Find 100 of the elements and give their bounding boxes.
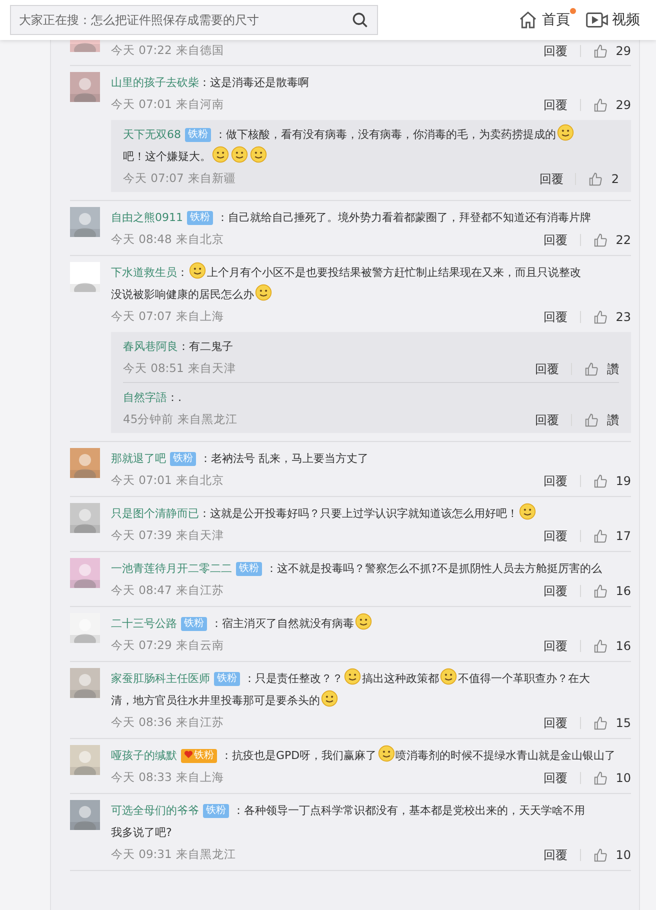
like-button[interactable]: 2 xyxy=(588,170,619,188)
fan-badge: 铁粉 xyxy=(236,562,262,576)
like-button[interactable]: 29 xyxy=(592,42,631,60)
home-icon xyxy=(518,10,538,30)
like-button[interactable]: 23 xyxy=(592,308,631,326)
emoji-icon xyxy=(378,745,395,762)
comment-text: ：只是责任整改？？ xyxy=(244,672,343,685)
fan-badge: 铁粉 xyxy=(187,211,213,225)
comment-text: 清，地方官员往水井里投毒那可是要杀头的 xyxy=(111,694,320,707)
username-link[interactable]: 一池青莲待月开二零二二 xyxy=(111,562,232,575)
thumbs-up-icon xyxy=(588,172,604,186)
reply-button[interactable]: 回覆 xyxy=(535,360,559,378)
reply-button[interactable]: 回覆 xyxy=(544,527,568,545)
emoji-icon xyxy=(355,613,372,630)
username-link[interactable]: 那就退了吧 xyxy=(111,452,166,465)
comment-location: 来自黑龙江 xyxy=(176,846,236,864)
emoji-icon xyxy=(231,146,248,163)
comment-location: 来自上海 xyxy=(176,308,224,326)
thumbs-up-icon xyxy=(592,528,608,544)
comment-text: 不值得一个革职查办？在大 xyxy=(458,672,590,685)
thumbs-up-icon xyxy=(592,310,608,324)
video-icon xyxy=(586,11,608,29)
username-link[interactable]: 只是图个清静而已 xyxy=(111,507,199,520)
reply-button[interactable]: 回覆 xyxy=(544,472,568,490)
like-button[interactable]: 29 xyxy=(592,96,631,114)
comment-location: 来自云南 xyxy=(176,637,224,654)
comment-time: 今天 08:48 xyxy=(111,231,172,248)
username-link[interactable]: 山里的孩子去砍柴 xyxy=(111,76,199,89)
reply-button[interactable]: 回覆 xyxy=(544,846,568,864)
search-field[interactable]: 大家正在搜：怎么把证件照保存成需要的尺寸 xyxy=(10,5,378,35)
like-button[interactable]: 19 xyxy=(592,472,631,490)
thumbs-up-icon xyxy=(592,848,608,862)
like-button[interactable]: 10 xyxy=(592,769,631,787)
reply-button[interactable]: 回覆 xyxy=(544,769,568,787)
username-link[interactable]: 自由之熊0911 xyxy=(111,211,183,224)
username-link[interactable]: 可选全母们的爷爷 xyxy=(111,804,199,817)
emoji-icon xyxy=(189,262,206,279)
nav-link[interactable]: 视频 xyxy=(586,10,640,30)
comment-location: 来自新疆 xyxy=(188,170,236,188)
like-button[interactable]: 22 xyxy=(592,231,631,249)
emoji-icon xyxy=(344,668,361,685)
comment-time: 今天 07:01 xyxy=(111,96,172,114)
like-button[interactable]: 讚 xyxy=(584,360,619,378)
comment-location: 来自天津 xyxy=(176,527,224,544)
comment-location: 来自北京 xyxy=(176,472,224,490)
reply-button[interactable]: 回覆 xyxy=(544,308,568,326)
comment-time: 今天 07:07 xyxy=(111,308,172,326)
comment-location: 来自上海 xyxy=(176,769,224,786)
reply-button[interactable]: 回覆 xyxy=(544,637,568,655)
like-button[interactable]: 17 xyxy=(592,527,631,545)
comment-text: ： xyxy=(177,266,188,279)
comment-time: 今天 08:51 xyxy=(123,360,184,378)
comment-time: 今天 07:01 xyxy=(111,472,172,490)
comment-text: 山了 xyxy=(594,749,616,762)
comment-text: ：老衲法号 乱来，马上要当方丈了 xyxy=(200,452,368,465)
like-button[interactable]: 讚 xyxy=(584,411,619,429)
comment-text: 么 xyxy=(590,562,602,575)
reply-button[interactable]: 回覆 xyxy=(544,96,568,114)
comment-location: 来自黑龙江 xyxy=(178,411,238,428)
comment-text: 搞出这种政策都 xyxy=(362,672,439,685)
search-input[interactable]: 大家正在搜：怎么把证件照保存成需要的尺寸 xyxy=(19,11,351,29)
like-button[interactable]: 15 xyxy=(592,714,631,732)
reply-button[interactable]: 回覆 xyxy=(539,170,564,188)
search-icon xyxy=(351,11,369,29)
comment-text: ：自己就给自己捶死了。境外势力看着都蒙圈了，拜登都不知道还有消毒片牌 xyxy=(217,211,591,224)
username-link[interactable]: 二十三号公路 xyxy=(111,617,177,630)
comment-text: ：有二鬼子 xyxy=(178,340,233,353)
comment-time: 今天 08:33 xyxy=(111,769,172,786)
fan-badge: 铁粉 xyxy=(170,452,196,466)
comment-location: 来自北京 xyxy=(176,231,224,248)
comment-text: ：做下核酸，看有没有病毒，没有病毒，你消毒的毛，为卖药捞提成的 xyxy=(215,128,556,141)
comment-time: 今天 07:29 xyxy=(111,637,172,654)
reply-button[interactable]: 回覆 xyxy=(544,714,568,732)
emoji-icon xyxy=(440,668,457,685)
thumbs-up-icon xyxy=(592,770,608,786)
thumbs-up-icon xyxy=(584,412,599,428)
comment-time: 今天 07:07 xyxy=(123,170,184,188)
comment-text: ：这就是公开投毒好吗？只要上过学认识字就知道该怎么用好吧！ xyxy=(199,507,518,520)
fan-badge: 铁粉 xyxy=(214,672,240,686)
emoji-icon xyxy=(212,146,229,163)
comment-time: 今天 09:31 xyxy=(111,846,172,864)
fan-badge: 铁粉 xyxy=(185,128,211,142)
nav-link[interactable]: 首頁 xyxy=(518,10,570,30)
comment-location: 来自河南 xyxy=(176,96,224,114)
like-button[interactable]: 16 xyxy=(592,637,631,655)
comment-time: 今天 08:47 xyxy=(111,582,172,600)
username-link[interactable]: 哑孩子的缄默 xyxy=(111,749,177,762)
thumbs-up-icon xyxy=(584,362,599,376)
comment-text: ：这不就是投毒吗？警察怎么不抓?不是抓阴性人员去方舱挺厉害的 xyxy=(266,562,591,575)
reply-button[interactable]: 回覆 xyxy=(544,231,568,249)
reply-button[interactable]: 回覆 xyxy=(535,411,559,429)
username-link[interactable]: 下水道救生员 xyxy=(111,266,177,279)
like-button[interactable]: 16 xyxy=(592,582,631,600)
fan-badge: 铁粉 xyxy=(203,804,229,818)
username-link[interactable]: 家蚕肛肠科主任医师 xyxy=(111,672,210,685)
comment-time: 今天 07:22 xyxy=(111,42,172,60)
like-button[interactable]: 10 xyxy=(592,846,631,864)
reply-button[interactable]: 回覆 xyxy=(544,42,568,60)
comment-text: ：抗疫也是GPD呀，我们赢麻了 xyxy=(221,749,377,762)
reply-button[interactable]: 回覆 xyxy=(544,582,568,600)
